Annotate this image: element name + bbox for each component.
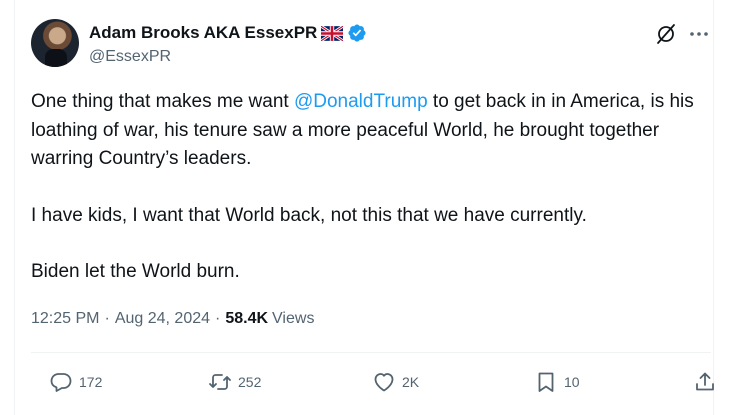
like-button[interactable]: 2K	[372, 370, 419, 394]
bookmark-count: 10	[564, 374, 580, 390]
reply-button[interactable]: 172	[49, 370, 102, 394]
repost-button[interactable]: 252	[208, 370, 261, 394]
mention-link[interactable]: @DonaldTrump	[294, 91, 428, 112]
bookmark-button[interactable]: 10	[534, 370, 580, 394]
more-options-icon[interactable]	[687, 22, 711, 46]
verified-badge-icon[interactable]	[347, 23, 367, 43]
tweet-meta: 12:25 PM · Aug 24, 2024 · 58.4K Views	[31, 310, 314, 328]
tweet-card: Adam Brooks AKA EssexPR @EssexPR One thi…	[14, 0, 714, 415]
share-icon	[696, 372, 714, 391]
tweet-text: One thing that makes me want @DonaldTrum…	[31, 88, 711, 287]
tweet-date[interactable]: Aug 24, 2024	[115, 310, 210, 328]
reply-icon	[50, 373, 72, 392]
share-button[interactable]	[693, 370, 717, 394]
bookmark-icon	[538, 372, 554, 392]
author-name-row: Adam Brooks AKA EssexPR	[89, 22, 367, 44]
heart-icon	[374, 373, 394, 392]
repost-icon	[209, 374, 231, 390]
action-bar: 172 252 2K 10	[31, 364, 715, 404]
avatar-suit	[45, 49, 67, 67]
grok-icon[interactable]	[654, 22, 678, 46]
tweet-paragraph-2: I have kids, I want that World back, not…	[31, 204, 587, 226]
author-name[interactable]: Adam Brooks AKA EssexPR	[89, 23, 317, 43]
views-label: Views	[272, 310, 315, 327]
tweet-paragraph-1: One thing that makes me want @DonaldTrum…	[31, 88, 711, 174]
tweet-paragraph-3: Biden let the World burn.	[31, 261, 240, 282]
tweet-text-part: One thing that makes me want	[31, 91, 294, 112]
reply-count: 172	[79, 374, 103, 390]
meta-separator: ·	[104, 310, 110, 327]
repost-count: 252	[238, 374, 262, 390]
views-count[interactable]: 58.4K	[225, 310, 268, 328]
divider	[31, 352, 711, 353]
author-handle[interactable]: @EssexPR	[89, 48, 171, 66]
tweet-time[interactable]: 12:25 PM	[31, 310, 99, 328]
avatar[interactable]	[31, 19, 79, 67]
like-count: 2K	[402, 374, 420, 390]
meta-separator: ·	[215, 310, 221, 327]
uk-flag-icon	[320, 24, 345, 42]
